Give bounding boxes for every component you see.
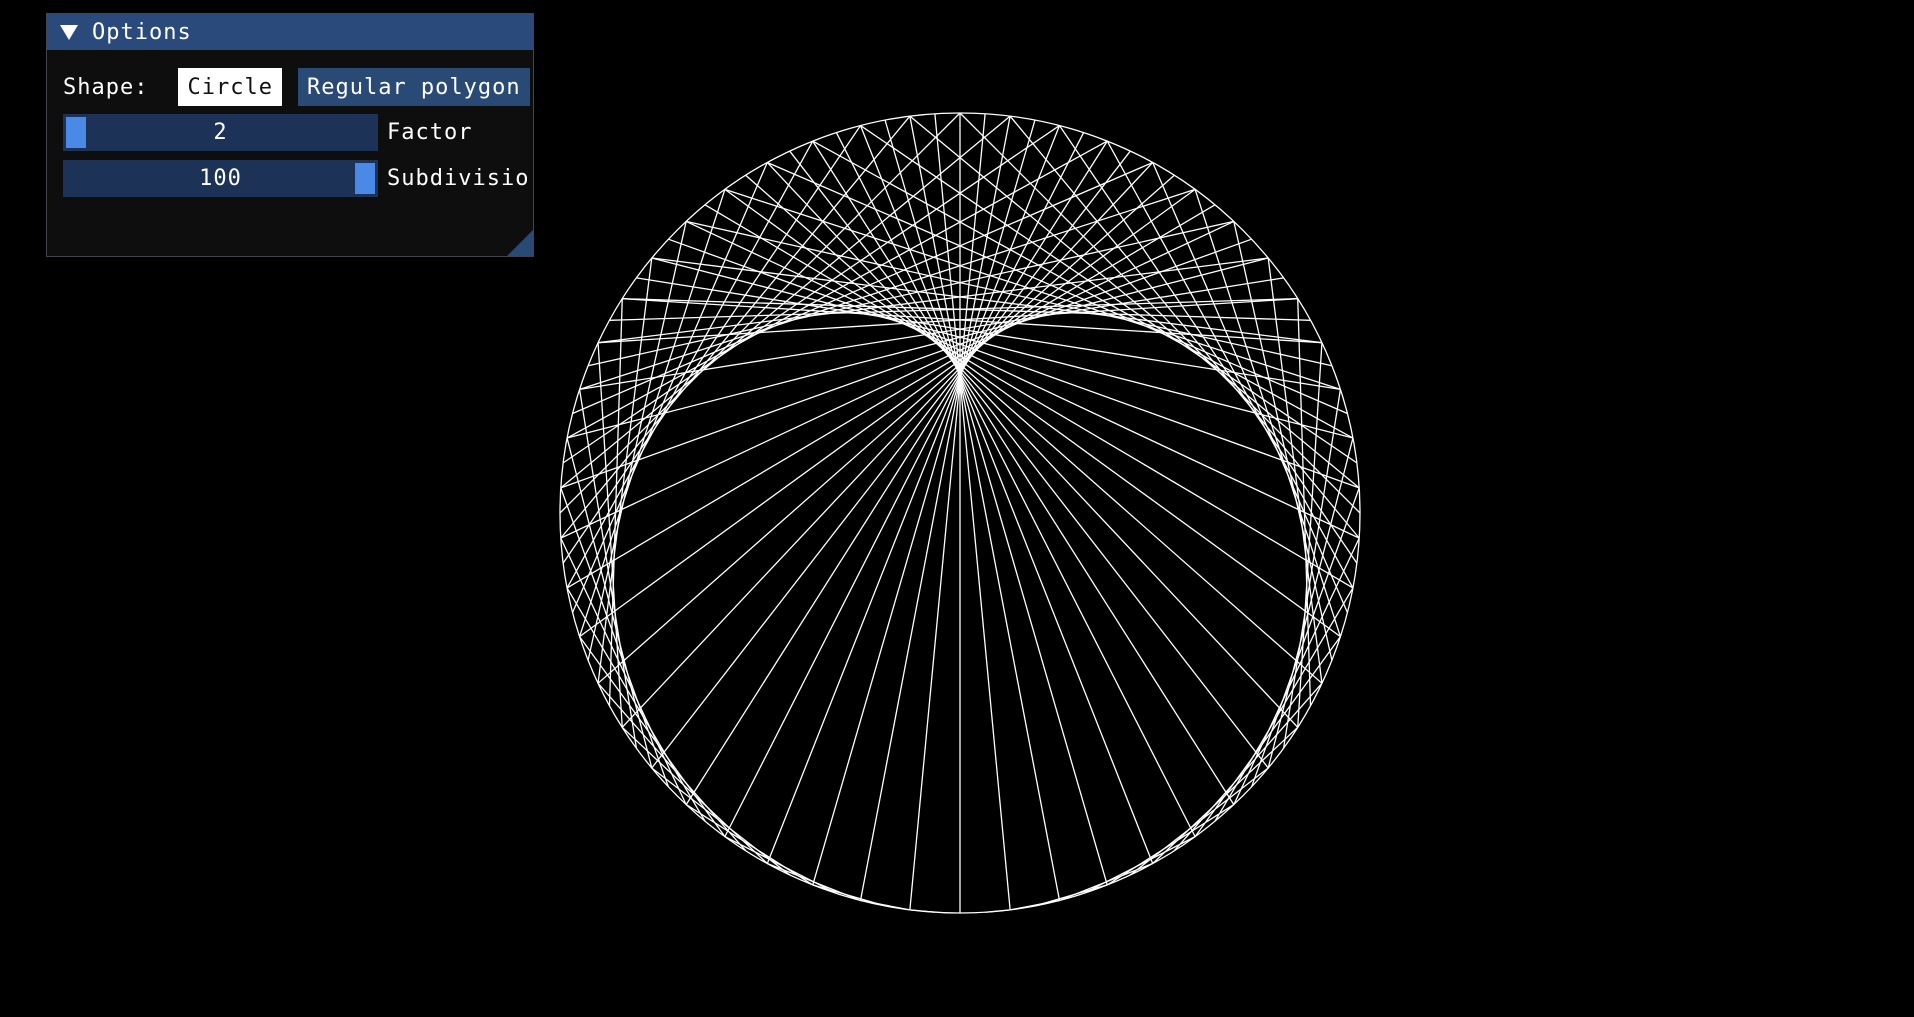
shape-row: Shape: Circle Regular polygon xyxy=(63,68,530,106)
chord-line xyxy=(686,220,1333,367)
chord-line xyxy=(560,537,687,805)
chord-line xyxy=(685,140,1108,805)
factor-slider[interactable]: 2 xyxy=(63,114,378,151)
chord-line xyxy=(767,161,1348,415)
chord-line xyxy=(597,174,1175,684)
factor-value: 2 xyxy=(213,120,228,145)
shape-label: Shape: xyxy=(63,74,149,100)
options-window[interactable]: Options Shape: Circle Regular polygon 2 … xyxy=(46,13,534,257)
chord-line xyxy=(1010,899,1060,911)
shape-regular-polygon-button[interactable]: Regular polygon xyxy=(297,68,530,106)
chord-line xyxy=(571,162,768,613)
resize-grip[interactable] xyxy=(507,230,533,256)
factor-row: 2 Factor xyxy=(63,114,527,151)
chord-line xyxy=(884,119,1108,886)
triangle-down-icon[interactable] xyxy=(60,24,78,40)
shape-circle-button[interactable]: Circle xyxy=(178,68,282,106)
chord-line xyxy=(812,140,1235,805)
chord-line xyxy=(566,140,814,589)
subdivisions-row: 100 Subdivisio xyxy=(63,160,527,197)
chord-line xyxy=(859,116,1011,901)
chord-line xyxy=(1233,537,1360,805)
chord-line xyxy=(745,174,1323,684)
chord-line xyxy=(724,132,1085,837)
chord-line xyxy=(566,437,653,769)
chord-line xyxy=(1009,115,1360,539)
chord-line xyxy=(766,162,1299,728)
chord-line xyxy=(1173,682,1323,852)
chord-line xyxy=(668,238,1360,489)
chord-line xyxy=(724,188,1341,391)
chord-line xyxy=(579,636,726,837)
chord-line xyxy=(560,115,911,539)
subdivisions-value: 100 xyxy=(199,166,242,191)
chord-line xyxy=(1106,140,1354,589)
chord-line xyxy=(724,188,1341,638)
chord-line xyxy=(835,132,1196,837)
chord-line xyxy=(860,899,910,911)
options-title-bar[interactable]: Options xyxy=(47,14,533,50)
chord-line xyxy=(959,112,1361,514)
factor-label: Factor xyxy=(387,120,473,145)
chord-line xyxy=(1194,636,1341,837)
subdivisions-slider[interactable]: 100 xyxy=(63,160,378,197)
subdivisions-label: Subdivisio xyxy=(387,166,527,191)
chord-line xyxy=(812,119,1036,886)
chord-line xyxy=(560,238,1252,489)
chord-line xyxy=(1152,162,1349,613)
chord-line xyxy=(621,162,1154,728)
chord-line xyxy=(566,204,1216,589)
chord-line xyxy=(704,204,1354,589)
window-title: Options xyxy=(92,19,192,45)
chord-line xyxy=(562,125,862,564)
chord-line xyxy=(685,804,814,886)
chord-line xyxy=(597,682,747,852)
chord-line xyxy=(1106,804,1235,886)
chord-line xyxy=(572,161,1153,415)
chord-line xyxy=(587,220,1234,367)
